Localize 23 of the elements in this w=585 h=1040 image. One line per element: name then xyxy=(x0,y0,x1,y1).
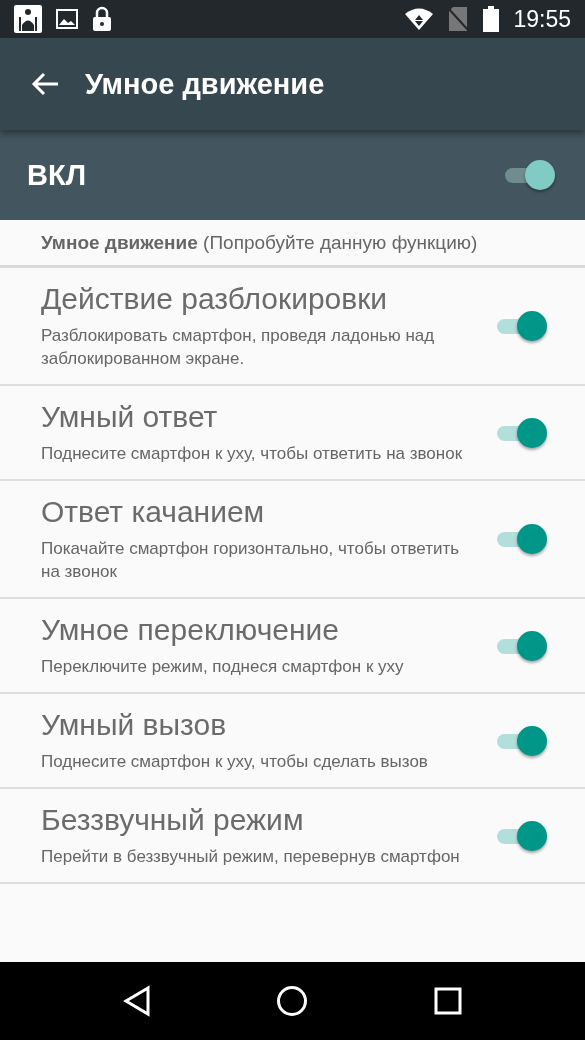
clock: 19:55 xyxy=(513,5,571,33)
setting-description: Поднесите смартфон к уху, чтобы ответить на звонок xyxy=(41,443,464,465)
screen-title: Умное движение xyxy=(85,67,325,101)
image-icon xyxy=(56,9,78,29)
setting-title: Действие разблокировки xyxy=(41,282,389,316)
setting-title: Умный ответ xyxy=(41,400,219,434)
setting-description: Переключите режим, поднеся смартфон к уху xyxy=(41,656,405,678)
no-sim-icon xyxy=(447,6,470,32)
intro-text: Умное движение (Попробуйте данную функцию) xyxy=(41,232,479,254)
setting-description: Покачайте смартфон горизонтально, чтобы ответить на звонок xyxy=(41,538,461,583)
lock-icon xyxy=(92,6,112,32)
setting-description: Разблокировать смартфон, проведя ладонью над заблокированном экране. xyxy=(41,325,436,370)
mosque-icon xyxy=(14,5,42,33)
battery-icon xyxy=(483,6,500,32)
wifi-icon xyxy=(405,8,434,30)
setting-title: Беззвучный режим xyxy=(41,803,305,837)
setting-description: Перейти в беззвучный режим, перевернув смартфон xyxy=(41,846,461,868)
setting-description: Поднесите смартфон к уху, чтобы сделать вызов xyxy=(41,751,429,773)
back-button[interactable] xyxy=(31,72,59,96)
setting-title: Умное переключение xyxy=(41,613,341,647)
setting-title: Ответ качанием xyxy=(41,495,266,529)
setting-title: Умный вызов xyxy=(41,708,228,742)
switch-label: ВКЛ xyxy=(27,158,87,192)
